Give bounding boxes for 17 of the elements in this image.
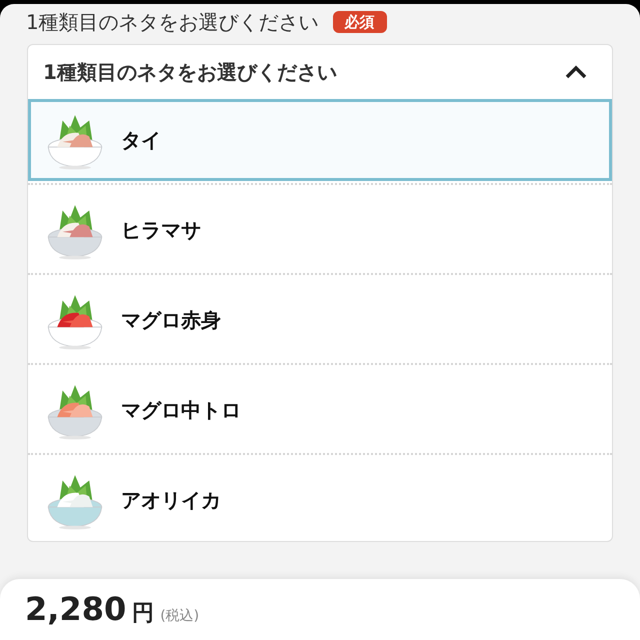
option-label: ヒラマサ: [121, 216, 201, 244]
caret-icon[interactable]: [564, 64, 588, 80]
option-label: マグロ赤身: [121, 306, 221, 334]
tax-note: (税込): [160, 607, 200, 625]
currency-label: 円: [132, 600, 154, 628]
section-title: 1種類目のネタをお選びください: [26, 10, 319, 34]
option-item[interactable]: マグロ赤身: [28, 279, 612, 361]
price-value: 2,280: [25, 591, 126, 627]
option-label: マグロ中トロ: [121, 396, 241, 424]
required-badge: 必須: [332, 11, 387, 33]
dropdown-label[interactable]: 1種類目のネタをお選びください: [43, 58, 337, 86]
option-label: タイ: [121, 126, 161, 154]
option-item[interactable]: マグロ中トロ: [28, 369, 612, 451]
option-item[interactable]: アオリイカ: [28, 459, 612, 541]
option-label: アオリイカ: [121, 486, 221, 514]
option-item[interactable]: タイ: [28, 99, 612, 181]
option-item[interactable]: ヒラマサ: [28, 189, 612, 271]
